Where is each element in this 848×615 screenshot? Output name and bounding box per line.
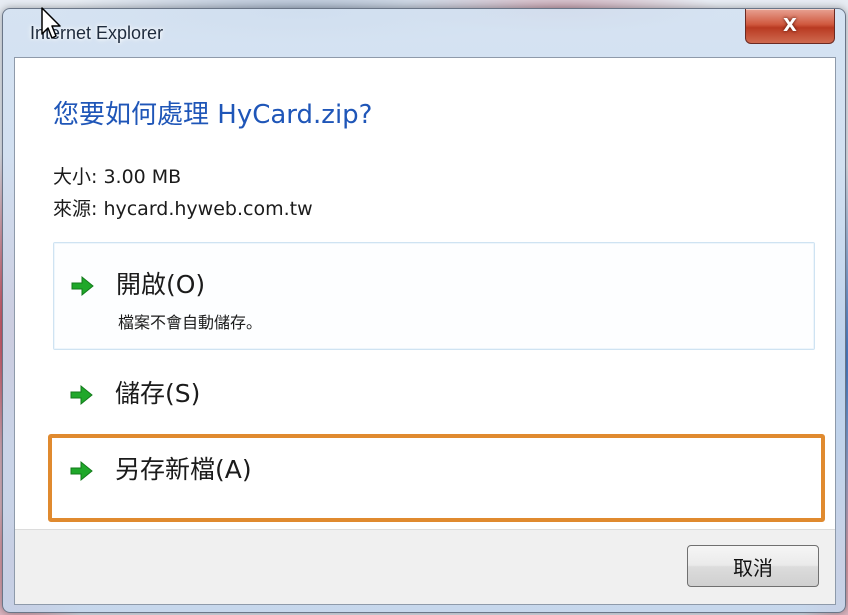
file-size-info: 大小: 3.00 MB — [53, 166, 182, 188]
dialog-content: 您要如何處理 HyCard.zip? 大小: 3.00 MB 來源: hycar… — [14, 57, 836, 605]
close-icon: X — [783, 15, 797, 36]
save-option-label: 儲存(S) — [115, 379, 201, 408]
green-arrow-icon — [70, 384, 93, 406]
download-dialog-window: Internet Explorer X 您要如何處理 HyCard.zip? 大… — [2, 8, 846, 613]
file-source-info: 來源: hycard.hyweb.com.tw — [53, 198, 313, 220]
close-button[interactable]: X — [745, 9, 835, 44]
cancel-button[interactable]: 取消 — [687, 545, 819, 587]
save-option-button[interactable]: 儲存(S) — [53, 352, 813, 422]
mouse-pointer-icon — [41, 7, 61, 39]
open-option-description: 檔案不會自動儲存。 — [118, 313, 263, 332]
save-as-highlight-box — [48, 434, 825, 522]
download-question: 您要如何處理 HyCard.zip? — [53, 100, 373, 130]
open-option-label: 開啟(O) — [116, 270, 206, 299]
title-bar[interactable]: Internet Explorer X — [3, 9, 845, 57]
dialog-footer: 取消 — [15, 529, 835, 604]
green-arrow-icon — [71, 275, 94, 297]
open-option-button[interactable]: 開啟(O) 檔案不會自動儲存。 — [53, 242, 815, 350]
